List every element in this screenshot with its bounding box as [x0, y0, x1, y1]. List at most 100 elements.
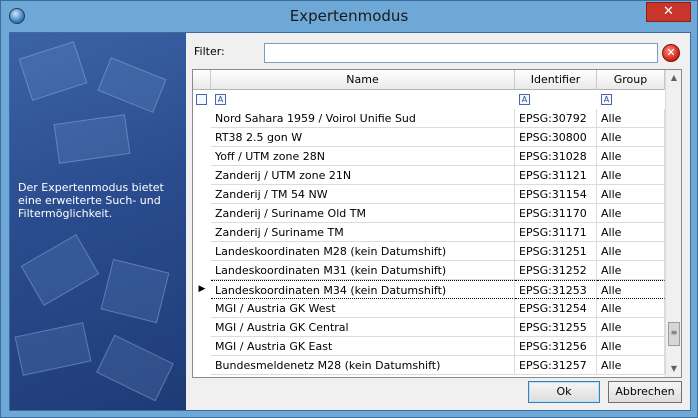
table-row[interactable]: Zanderij / Suriname Old TM EPSG:31170 Alle	[193, 204, 665, 223]
scroll-thumb[interactable]: ≡	[668, 322, 680, 346]
cell-group[interactable]: Alle	[597, 280, 665, 299]
cell-name[interactable]: Zanderij / TM 54 NW	[211, 185, 515, 204]
cell-group[interactable]: Alle	[597, 356, 665, 375]
cell-identifier[interactable]: EPSG:31171	[515, 223, 597, 242]
row-header[interactable]	[193, 109, 211, 128]
scroll-down-icon[interactable]: ▼	[666, 361, 681, 377]
cell-identifier[interactable]: EPSG:30800	[515, 128, 597, 147]
row-header[interactable]	[193, 223, 211, 242]
cell-group[interactable]: Alle	[597, 204, 665, 223]
table-row[interactable]: MGI / Austria GK Central EPSG:31255 Alle	[193, 318, 665, 337]
scroll-up-icon[interactable]: ▲	[666, 70, 681, 86]
cell-name[interactable]: Zanderij / UTM zone 21N	[211, 166, 515, 185]
table-row[interactable]: Zanderij / Suriname TM EPSG:31171 Alle	[193, 223, 665, 242]
table-row[interactable]: MGI / Austria GK East EPSG:31256 Alle	[193, 337, 665, 356]
cell-name[interactable]: RT38 2.5 gon W	[211, 128, 515, 147]
cell-group[interactable]: Alle	[597, 185, 665, 204]
cell-group[interactable]: Alle	[597, 299, 665, 318]
table-row[interactable]: Landeskoordinaten M28 (kein Datumshift) E…	[193, 242, 665, 261]
column-filter-row: A A A	[193, 90, 665, 109]
cell-identifier[interactable]: EPSG:31251	[515, 242, 597, 261]
table-row[interactable]: Landeskoordinaten M31 (kein Datumshift) E…	[193, 261, 665, 280]
map-decoration	[97, 57, 167, 113]
cell-name[interactable]: MGI / Austria GK East	[211, 337, 515, 356]
cell-group[interactable]: Alle	[597, 223, 665, 242]
table-row[interactable]: Nord Sahara 1959 / Voirol Unifie Sud EPSG…	[193, 109, 665, 128]
row-header[interactable]	[193, 337, 211, 356]
clear-filters-icon[interactable]	[196, 94, 207, 105]
title-bar[interactable]: Expertenmodus ✕	[1, 1, 697, 32]
cell-group[interactable]: Alle	[597, 261, 665, 280]
current-row-icon[interactable]: ▶	[193, 280, 211, 299]
row-header[interactable]	[193, 147, 211, 166]
column-header-group[interactable]: Group	[597, 70, 665, 90]
row-header[interactable]	[193, 166, 211, 185]
vertical-scrollbar[interactable]: ▲ ≡ ▼	[665, 70, 681, 377]
cell-identifier[interactable]: EPSG:31255	[515, 318, 597, 337]
crs-table: Name Identifier Group A A A Nord Sahara …	[192, 69, 682, 378]
table-row[interactable]: RT38 2.5 gon W EPSG:30800 Alle	[193, 128, 665, 147]
cell-identifier[interactable]: EPSG:31252	[515, 261, 597, 280]
column-header-identifier[interactable]: Identifier	[515, 70, 597, 90]
cell-name[interactable]: Zanderij / Suriname TM	[211, 223, 515, 242]
header-corner	[193, 70, 211, 90]
sidebar-description: Der Expertenmodus bietet eine erweiterte…	[18, 181, 164, 220]
cell-name[interactable]: Nord Sahara 1959 / Voirol Unifie Sud	[211, 109, 515, 128]
cell-identifier[interactable]: EPSG:31170	[515, 204, 597, 223]
cell-name[interactable]: Yoff / UTM zone 28N	[211, 147, 515, 166]
cell-name[interactable]: Landeskoordinaten M34 (kein Datumshift)	[211, 280, 515, 299]
table-row[interactable]: MGI / Austria GK West EPSG:31254 Alle	[193, 299, 665, 318]
row-header[interactable]	[193, 318, 211, 337]
cell-name[interactable]: MGI / Austria GK Central	[211, 318, 515, 337]
cancel-button[interactable]: Abbrechen	[608, 381, 682, 403]
cell-name[interactable]: Landeskoordinaten M31 (kein Datumshift)	[211, 261, 515, 280]
filter-name-icon[interactable]: A	[215, 94, 226, 105]
map-decoration	[53, 114, 131, 164]
ok-button[interactable]: Ok	[528, 381, 600, 403]
table-row[interactable]: Bundesmeldenetz M28 (kein Datumshift) EPS…	[193, 356, 665, 375]
dialog-content: Der Expertenmodus bietet eine erweiterte…	[9, 32, 691, 411]
cell-name[interactable]: Zanderij / Suriname Old TM	[211, 204, 515, 223]
row-header[interactable]	[193, 204, 211, 223]
row-header[interactable]	[193, 242, 211, 261]
side-panel: Der Expertenmodus bietet eine erweiterte…	[10, 33, 186, 410]
map-decoration	[100, 258, 170, 324]
row-header[interactable]	[193, 261, 211, 280]
filter-identifier-icon[interactable]: A	[519, 94, 530, 105]
table-row[interactable]: Zanderij / TM 54 NW EPSG:31154 Alle	[193, 185, 665, 204]
map-decoration	[96, 334, 174, 402]
cell-identifier[interactable]: EPSG:31257	[515, 356, 597, 375]
dialog-window: Expertenmodus ✕ Der Expertenmodus bietet…	[0, 0, 698, 418]
cell-identifier[interactable]: EPSG:31154	[515, 185, 597, 204]
cell-identifier[interactable]: EPSG:30792	[515, 109, 597, 128]
cell-name[interactable]: Bundesmeldenetz M28 (kein Datumshift)	[211, 356, 515, 375]
cell-identifier[interactable]: EPSG:31253	[515, 280, 597, 299]
cell-group[interactable]: Alle	[597, 128, 665, 147]
cell-group[interactable]: Alle	[597, 166, 665, 185]
row-header[interactable]	[193, 299, 211, 318]
row-header[interactable]	[193, 356, 211, 375]
clear-filter-icon[interactable]: ✕	[662, 44, 680, 62]
row-header[interactable]	[193, 185, 211, 204]
cell-group[interactable]: Alle	[597, 109, 665, 128]
cell-identifier[interactable]: EPSG:31028	[515, 147, 597, 166]
cell-group[interactable]: Alle	[597, 337, 665, 356]
table-row[interactable]: Zanderij / UTM zone 21N EPSG:31121 Alle	[193, 166, 665, 185]
map-decoration	[14, 322, 92, 376]
cell-identifier[interactable]: EPSG:31256	[515, 337, 597, 356]
cell-group[interactable]: Alle	[597, 242, 665, 261]
row-header[interactable]	[193, 128, 211, 147]
cell-name[interactable]: Landeskoordinaten M28 (kein Datumshift)	[211, 242, 515, 261]
column-header-name[interactable]: Name	[211, 70, 515, 90]
window-title: Expertenmodus	[289, 7, 409, 25]
cell-name[interactable]: MGI / Austria GK West	[211, 299, 515, 318]
table-row[interactable]: Yoff / UTM zone 28N EPSG:31028 Alle	[193, 147, 665, 166]
cell-group[interactable]: Alle	[597, 318, 665, 337]
filter-input[interactable]	[264, 43, 658, 63]
table-row[interactable]: ▶ Landeskoordinaten M34 (kein Datumshift)…	[193, 280, 665, 299]
filter-group-icon[interactable]: A	[601, 94, 612, 105]
cell-identifier[interactable]: EPSG:31121	[515, 166, 597, 185]
cell-group[interactable]: Alle	[597, 147, 665, 166]
close-button[interactable]: ✕	[646, 2, 691, 22]
cell-identifier[interactable]: EPSG:31254	[515, 299, 597, 318]
